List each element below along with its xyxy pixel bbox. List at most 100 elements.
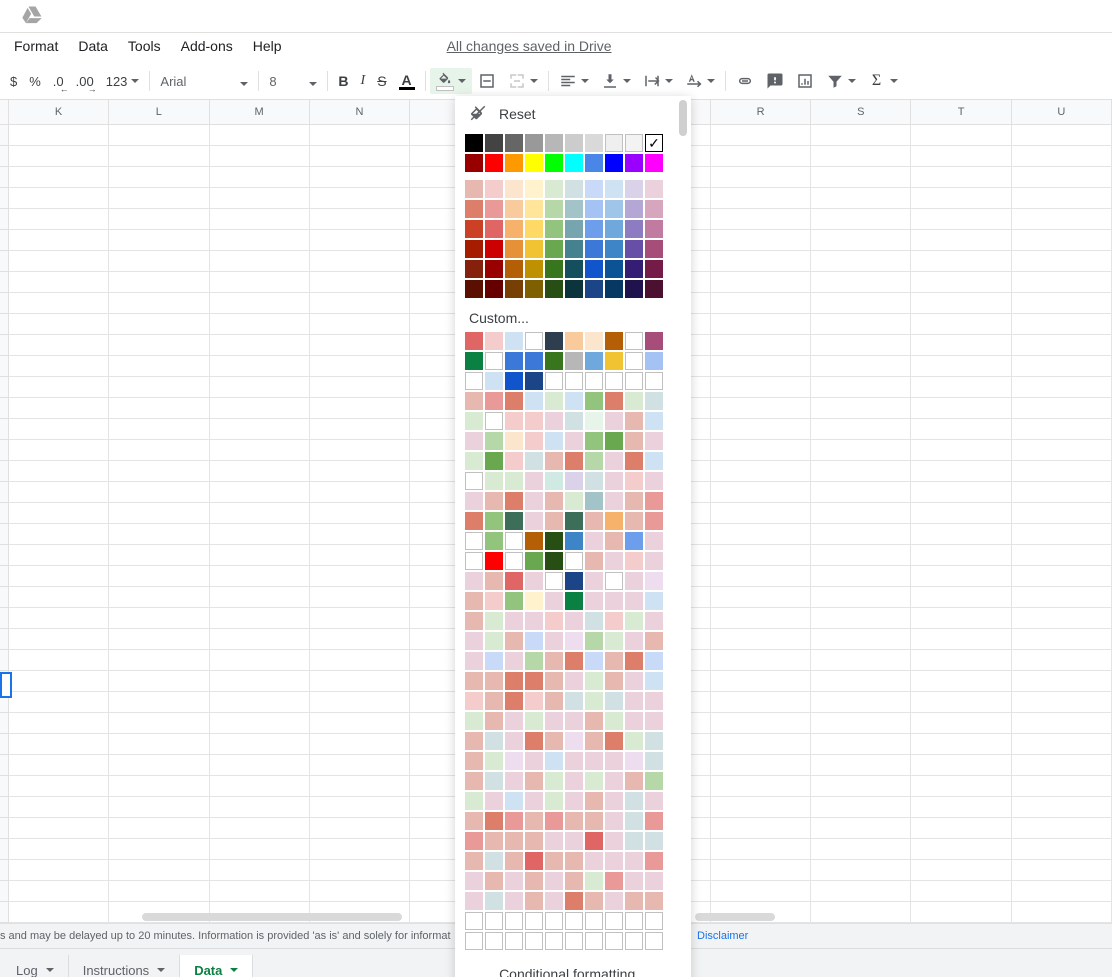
color-swatch[interactable]: [585, 180, 603, 198]
custom-color-swatch[interactable]: [565, 372, 583, 390]
italic-button[interactable]: I: [355, 68, 372, 94]
grid-cell[interactable]: [9, 293, 109, 314]
custom-color-swatch[interactable]: [625, 592, 643, 610]
custom-color-swatch[interactable]: [625, 792, 643, 810]
custom-color-swatch[interactable]: [585, 772, 603, 790]
custom-color-swatch[interactable]: [605, 632, 623, 650]
grid-cell[interactable]: [109, 314, 209, 335]
row-header-cell[interactable]: [0, 566, 9, 587]
color-swatch[interactable]: [525, 260, 543, 278]
grid-cell[interactable]: [711, 125, 811, 146]
row-header-cell[interactable]: [0, 629, 9, 650]
custom-color-swatch[interactable]: [465, 432, 483, 450]
custom-color-swatch[interactable]: [565, 472, 583, 490]
insert-comment-button[interactable]: [760, 68, 790, 94]
custom-color-swatch[interactable]: [645, 752, 663, 770]
grid-cell[interactable]: [711, 356, 811, 377]
grid-cell[interactable]: [811, 125, 911, 146]
row-header-cell[interactable]: [0, 608, 9, 629]
custom-color-swatch[interactable]: [565, 352, 583, 370]
column-header-T[interactable]: T: [911, 100, 1011, 124]
custom-color-swatch[interactable]: [465, 452, 483, 470]
grid-cell[interactable]: [911, 125, 1011, 146]
custom-color-swatch[interactable]: [485, 412, 503, 430]
custom-color-swatch[interactable]: [625, 672, 643, 690]
grid-cell[interactable]: [811, 545, 911, 566]
grid-cell[interactable]: [9, 146, 109, 167]
custom-color-swatch[interactable]: [525, 332, 543, 350]
grid-cell[interactable]: [711, 188, 811, 209]
custom-color-swatch[interactable]: [585, 572, 603, 590]
grid-cell[interactable]: [811, 230, 911, 251]
row-header-cell[interactable]: [0, 167, 9, 188]
color-swatch[interactable]: [545, 154, 563, 172]
grid-cell[interactable]: [911, 356, 1011, 377]
grid-cell[interactable]: [210, 125, 310, 146]
custom-color-swatch[interactable]: [565, 892, 583, 910]
grid-cell[interactable]: [1012, 860, 1112, 881]
grid-cell[interactable]: [1012, 902, 1112, 923]
custom-color-swatch[interactable]: [505, 692, 523, 710]
row-header-cell[interactable]: [0, 314, 9, 335]
grid-cell[interactable]: [109, 251, 209, 272]
grid-cell[interactable]: [9, 230, 109, 251]
custom-color-swatch[interactable]: [645, 532, 663, 550]
menu-tools[interactable]: Tools: [118, 34, 171, 58]
grid-cell[interactable]: [9, 251, 109, 272]
custom-color-swatch[interactable]: [565, 532, 583, 550]
custom-color-swatch[interactable]: [625, 372, 643, 390]
grid-cell[interactable]: [811, 797, 911, 818]
custom-color-swatch[interactable]: [625, 612, 643, 630]
grid-cell[interactable]: [310, 251, 410, 272]
custom-color-swatch[interactable]: [485, 612, 503, 630]
grid-cell[interactable]: [711, 461, 811, 482]
color-swatch[interactable]: [585, 260, 603, 278]
merge-cells-button[interactable]: [502, 68, 544, 94]
custom-color-swatch[interactable]: [485, 352, 503, 370]
popup-scroll-thumb[interactable]: [679, 100, 687, 136]
color-swatch[interactable]: [605, 240, 623, 258]
custom-color-swatch[interactable]: [605, 872, 623, 890]
custom-color-swatch[interactable]: [565, 572, 583, 590]
custom-color-swatch[interactable]: [585, 892, 603, 910]
custom-color-swatch[interactable]: [645, 932, 663, 950]
custom-color-swatch[interactable]: [525, 532, 543, 550]
custom-color-swatch[interactable]: [485, 432, 503, 450]
custom-color-swatch[interactable]: [645, 812, 663, 830]
custom-color-swatch[interactable]: [625, 832, 643, 850]
custom-color-swatch[interactable]: [505, 552, 523, 570]
grid-cell[interactable]: [811, 734, 911, 755]
grid-cell[interactable]: [1012, 146, 1112, 167]
grid-cell[interactable]: [811, 293, 911, 314]
custom-color-swatch[interactable]: [505, 932, 523, 950]
grid-cell[interactable]: [310, 335, 410, 356]
custom-color-swatch[interactable]: [545, 692, 563, 710]
custom-color-swatch[interactable]: [605, 512, 623, 530]
grid-cell[interactable]: [210, 713, 310, 734]
row-header-cell[interactable]: [0, 776, 9, 797]
custom-color-swatch[interactable]: [625, 332, 643, 350]
custom-color-swatch[interactable]: [545, 792, 563, 810]
color-swatch[interactable]: [605, 180, 623, 198]
grid-cell[interactable]: [109, 146, 209, 167]
grid-cell[interactable]: [911, 167, 1011, 188]
grid-cell[interactable]: [9, 167, 109, 188]
custom-color-swatch[interactable]: [605, 932, 623, 950]
text-rotation-button[interactable]: [679, 68, 721, 94]
grid-cell[interactable]: [911, 797, 1011, 818]
grid-cell[interactable]: [1012, 398, 1112, 419]
color-swatch[interactable]: [485, 280, 503, 298]
grid-cell[interactable]: [310, 125, 410, 146]
grid-cell[interactable]: [210, 566, 310, 587]
format-percent-button[interactable]: %: [23, 68, 47, 94]
row-header-cell[interactable]: [0, 482, 9, 503]
custom-color-swatch[interactable]: [585, 732, 603, 750]
increase-decimals-button[interactable]: .00 →: [70, 68, 100, 94]
custom-color-swatch[interactable]: [525, 832, 543, 850]
custom-color-swatch[interactable]: [485, 392, 503, 410]
custom-color-swatch[interactable]: [505, 632, 523, 650]
grid-cell[interactable]: [1012, 650, 1112, 671]
grid-cell[interactable]: [1012, 503, 1112, 524]
custom-color-swatch[interactable]: [465, 652, 483, 670]
row-header-cell[interactable]: [0, 524, 9, 545]
